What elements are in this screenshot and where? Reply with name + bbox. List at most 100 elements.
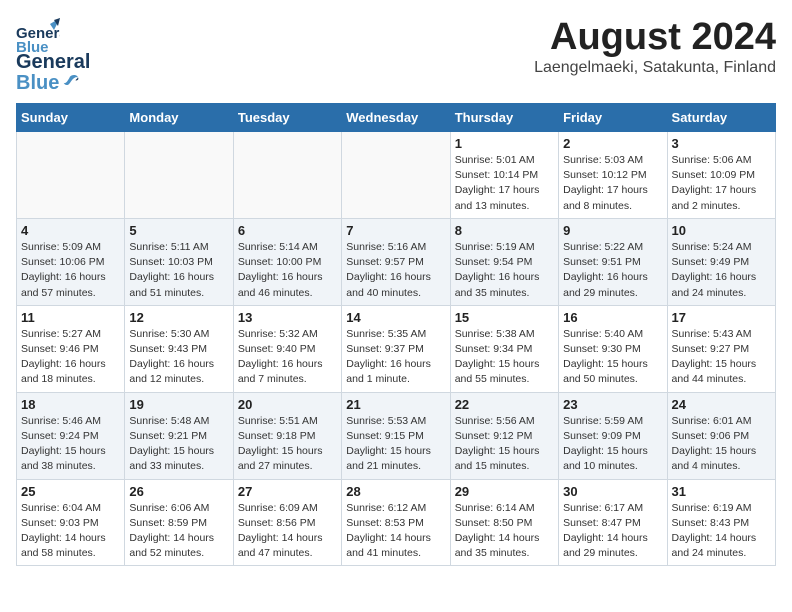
page-title: August 2024: [534, 16, 776, 59]
logo-icon: General Blue: [16, 16, 60, 60]
day-info: Sunrise: 5:32 AM Sunset: 9:40 PM Dayligh…: [238, 327, 337, 388]
logo: General Blue General Blue: [16, 16, 90, 95]
day-number: 22: [455, 397, 554, 412]
day-number: 13: [238, 310, 337, 325]
calendar-cell: 29Sunrise: 6:14 AM Sunset: 8:50 PM Dayli…: [450, 479, 558, 566]
calendar-cell: 2 Sunrise: 5:03 AM Sunset: 10:12 PM Dayli…: [559, 132, 667, 219]
day-number: 8: [455, 223, 554, 238]
day-info: Sunrise: 5:43 AM Sunset: 9:27 PM Dayligh…: [672, 327, 771, 388]
calendar-week-row: 4 Sunrise: 5:09 AM Sunset: 10:06 PM Dayli…: [17, 218, 776, 305]
calendar-cell: 17 Sunrise: 5:43 AM Sunset: 9:27 PM Dayli…: [667, 305, 775, 392]
calendar-cell: 20 Sunrise: 5:51 AM Sunset: 9:18 PM Dayli…: [233, 392, 341, 479]
day-info: Sunrise: 5:35 AM Sunset: 9:37 PM Dayligh…: [346, 327, 445, 388]
calendar-cell: 8 Sunrise: 5:19 AM Sunset: 9:54 PM Daylig…: [450, 218, 558, 305]
day-header-wednesday: Wednesday: [342, 104, 450, 132]
day-info: Sunrise: 6:06 AM Sunset: 8:59 PM Dayligh…: [129, 501, 228, 562]
day-header-sunday: Sunday: [17, 104, 125, 132]
day-info: Sunrise: 6:19 AM Sunset: 8:43 PM Dayligh…: [672, 501, 771, 562]
day-header-monday: Monday: [125, 104, 233, 132]
calendar-cell: 1Sunrise: 5:01 AM Sunset: 10:14 PM Dayli…: [450, 132, 558, 219]
day-info: Sunrise: 5:11 AM Sunset: 10:03 PM Daylig…: [129, 240, 228, 301]
day-number: 18: [21, 397, 120, 412]
calendar-cell: 16 Sunrise: 5:40 AM Sunset: 9:30 PM Dayli…: [559, 305, 667, 392]
day-info: Sunrise: 6:14 AM Sunset: 8:50 PM Dayligh…: [455, 501, 554, 562]
day-info: Sunrise: 6:01 AM Sunset: 9:06 PM Dayligh…: [672, 414, 771, 475]
day-number: 17: [672, 310, 771, 325]
calendar-cell: 19 Sunrise: 5:48 AM Sunset: 9:21 PM Dayli…: [125, 392, 233, 479]
day-info: Sunrise: 5:59 AM Sunset: 9:09 PM Dayligh…: [563, 414, 662, 475]
day-number: 20: [238, 397, 337, 412]
page-subtitle: Laengelmaeki, Satakunta, Finland: [534, 59, 776, 77]
calendar-cell: [125, 132, 233, 219]
day-info: Sunrise: 6:17 AM Sunset: 8:47 PM Dayligh…: [563, 501, 662, 562]
calendar-cell: 9Sunrise: 5:22 AM Sunset: 9:51 PM Daylig…: [559, 218, 667, 305]
day-info: Sunrise: 5:06 AM Sunset: 10:09 PM Daylig…: [672, 153, 771, 214]
calendar-cell: 7 Sunrise: 5:16 AM Sunset: 9:57 PM Daylig…: [342, 218, 450, 305]
calendar-cell: 31 Sunrise: 6:19 AM Sunset: 8:43 PM Dayli…: [667, 479, 775, 566]
calendar-cell: 21 Sunrise: 5:53 AM Sunset: 9:15 PM Dayli…: [342, 392, 450, 479]
day-info: Sunrise: 5:27 AM Sunset: 9:46 PM Dayligh…: [21, 327, 120, 388]
day-number: 10: [672, 223, 771, 238]
calendar-cell: [17, 132, 125, 219]
calendar-cell: 13 Sunrise: 5:32 AM Sunset: 9:40 PM Dayli…: [233, 305, 341, 392]
header: General Blue General Blue August 2024 La…: [16, 16, 776, 95]
day-info: Sunrise: 5:09 AM Sunset: 10:06 PM Daylig…: [21, 240, 120, 301]
day-info: Sunrise: 5:03 AM Sunset: 10:12 PM Daylig…: [563, 153, 662, 214]
calendar-cell: [342, 132, 450, 219]
day-info: Sunrise: 5:24 AM Sunset: 9:49 PM Dayligh…: [672, 240, 771, 301]
day-header-saturday: Saturday: [667, 104, 775, 132]
day-info: Sunrise: 5:01 AM Sunset: 10:14 PM Daylig…: [455, 153, 554, 214]
day-info: Sunrise: 6:09 AM Sunset: 8:56 PM Dayligh…: [238, 501, 337, 562]
calendar-cell: 23 Sunrise: 5:59 AM Sunset: 9:09 PM Dayli…: [559, 392, 667, 479]
logo-bird-icon: [61, 73, 79, 91]
day-number: 30: [563, 484, 662, 499]
calendar-header-row: SundayMondayTuesdayWednesdayThursdayFrid…: [17, 104, 776, 132]
day-info: Sunrise: 5:51 AM Sunset: 9:18 PM Dayligh…: [238, 414, 337, 475]
day-number: 7: [346, 223, 445, 238]
day-number: 2: [563, 136, 662, 151]
day-info: Sunrise: 6:12 AM Sunset: 8:53 PM Dayligh…: [346, 501, 445, 562]
day-header-friday: Friday: [559, 104, 667, 132]
day-number: 3: [672, 136, 771, 151]
calendar-cell: 25 Sunrise: 6:04 AM Sunset: 9:03 PM Dayli…: [17, 479, 125, 566]
logo-blue: Blue: [16, 72, 59, 95]
calendar-cell: 6Sunrise: 5:14 AM Sunset: 10:00 PM Dayli…: [233, 218, 341, 305]
calendar-cell: 24 Sunrise: 6:01 AM Sunset: 9:06 PM Dayli…: [667, 392, 775, 479]
day-number: 11: [21, 310, 120, 325]
day-number: 21: [346, 397, 445, 412]
calendar-cell: 15Sunrise: 5:38 AM Sunset: 9:34 PM Dayli…: [450, 305, 558, 392]
day-number: 24: [672, 397, 771, 412]
day-info: Sunrise: 5:53 AM Sunset: 9:15 PM Dayligh…: [346, 414, 445, 475]
calendar-cell: 30 Sunrise: 6:17 AM Sunset: 8:47 PM Dayli…: [559, 479, 667, 566]
day-info: Sunrise: 5:14 AM Sunset: 10:00 PM Daylig…: [238, 240, 337, 301]
calendar-week-row: 1Sunrise: 5:01 AM Sunset: 10:14 PM Dayli…: [17, 132, 776, 219]
day-number: 4: [21, 223, 120, 238]
day-number: 25: [21, 484, 120, 499]
calendar-cell: [233, 132, 341, 219]
calendar-cell: 26Sunrise: 6:06 AM Sunset: 8:59 PM Dayli…: [125, 479, 233, 566]
day-info: Sunrise: 5:40 AM Sunset: 9:30 PM Dayligh…: [563, 327, 662, 388]
calendar-cell: 12Sunrise: 5:30 AM Sunset: 9:43 PM Dayli…: [125, 305, 233, 392]
day-info: Sunrise: 5:48 AM Sunset: 9:21 PM Dayligh…: [129, 414, 228, 475]
day-info: Sunrise: 5:46 AM Sunset: 9:24 PM Dayligh…: [21, 414, 120, 475]
calendar-cell: 5 Sunrise: 5:11 AM Sunset: 10:03 PM Dayli…: [125, 218, 233, 305]
svg-text:Blue: Blue: [16, 39, 49, 56]
calendar-cell: 3 Sunrise: 5:06 AM Sunset: 10:09 PM Dayli…: [667, 132, 775, 219]
calendar-cell: 28 Sunrise: 6:12 AM Sunset: 8:53 PM Dayli…: [342, 479, 450, 566]
day-number: 19: [129, 397, 228, 412]
day-number: 16: [563, 310, 662, 325]
day-info: Sunrise: 6:04 AM Sunset: 9:03 PM Dayligh…: [21, 501, 120, 562]
day-number: 23: [563, 397, 662, 412]
day-info: Sunrise: 5:56 AM Sunset: 9:12 PM Dayligh…: [455, 414, 554, 475]
calendar-cell: 4 Sunrise: 5:09 AM Sunset: 10:06 PM Dayli…: [17, 218, 125, 305]
day-number: 5: [129, 223, 228, 238]
day-number: 31: [672, 484, 771, 499]
day-number: 28: [346, 484, 445, 499]
day-info: Sunrise: 5:16 AM Sunset: 9:57 PM Dayligh…: [346, 240, 445, 301]
calendar-cell: 27Sunrise: 6:09 AM Sunset: 8:56 PM Dayli…: [233, 479, 341, 566]
calendar-cell: 14Sunrise: 5:35 AM Sunset: 9:37 PM Dayli…: [342, 305, 450, 392]
day-info: Sunrise: 5:19 AM Sunset: 9:54 PM Dayligh…: [455, 240, 554, 301]
day-info: Sunrise: 5:22 AM Sunset: 9:51 PM Dayligh…: [563, 240, 662, 301]
calendar-cell: 10 Sunrise: 5:24 AM Sunset: 9:49 PM Dayli…: [667, 218, 775, 305]
day-info: Sunrise: 5:38 AM Sunset: 9:34 PM Dayligh…: [455, 327, 554, 388]
